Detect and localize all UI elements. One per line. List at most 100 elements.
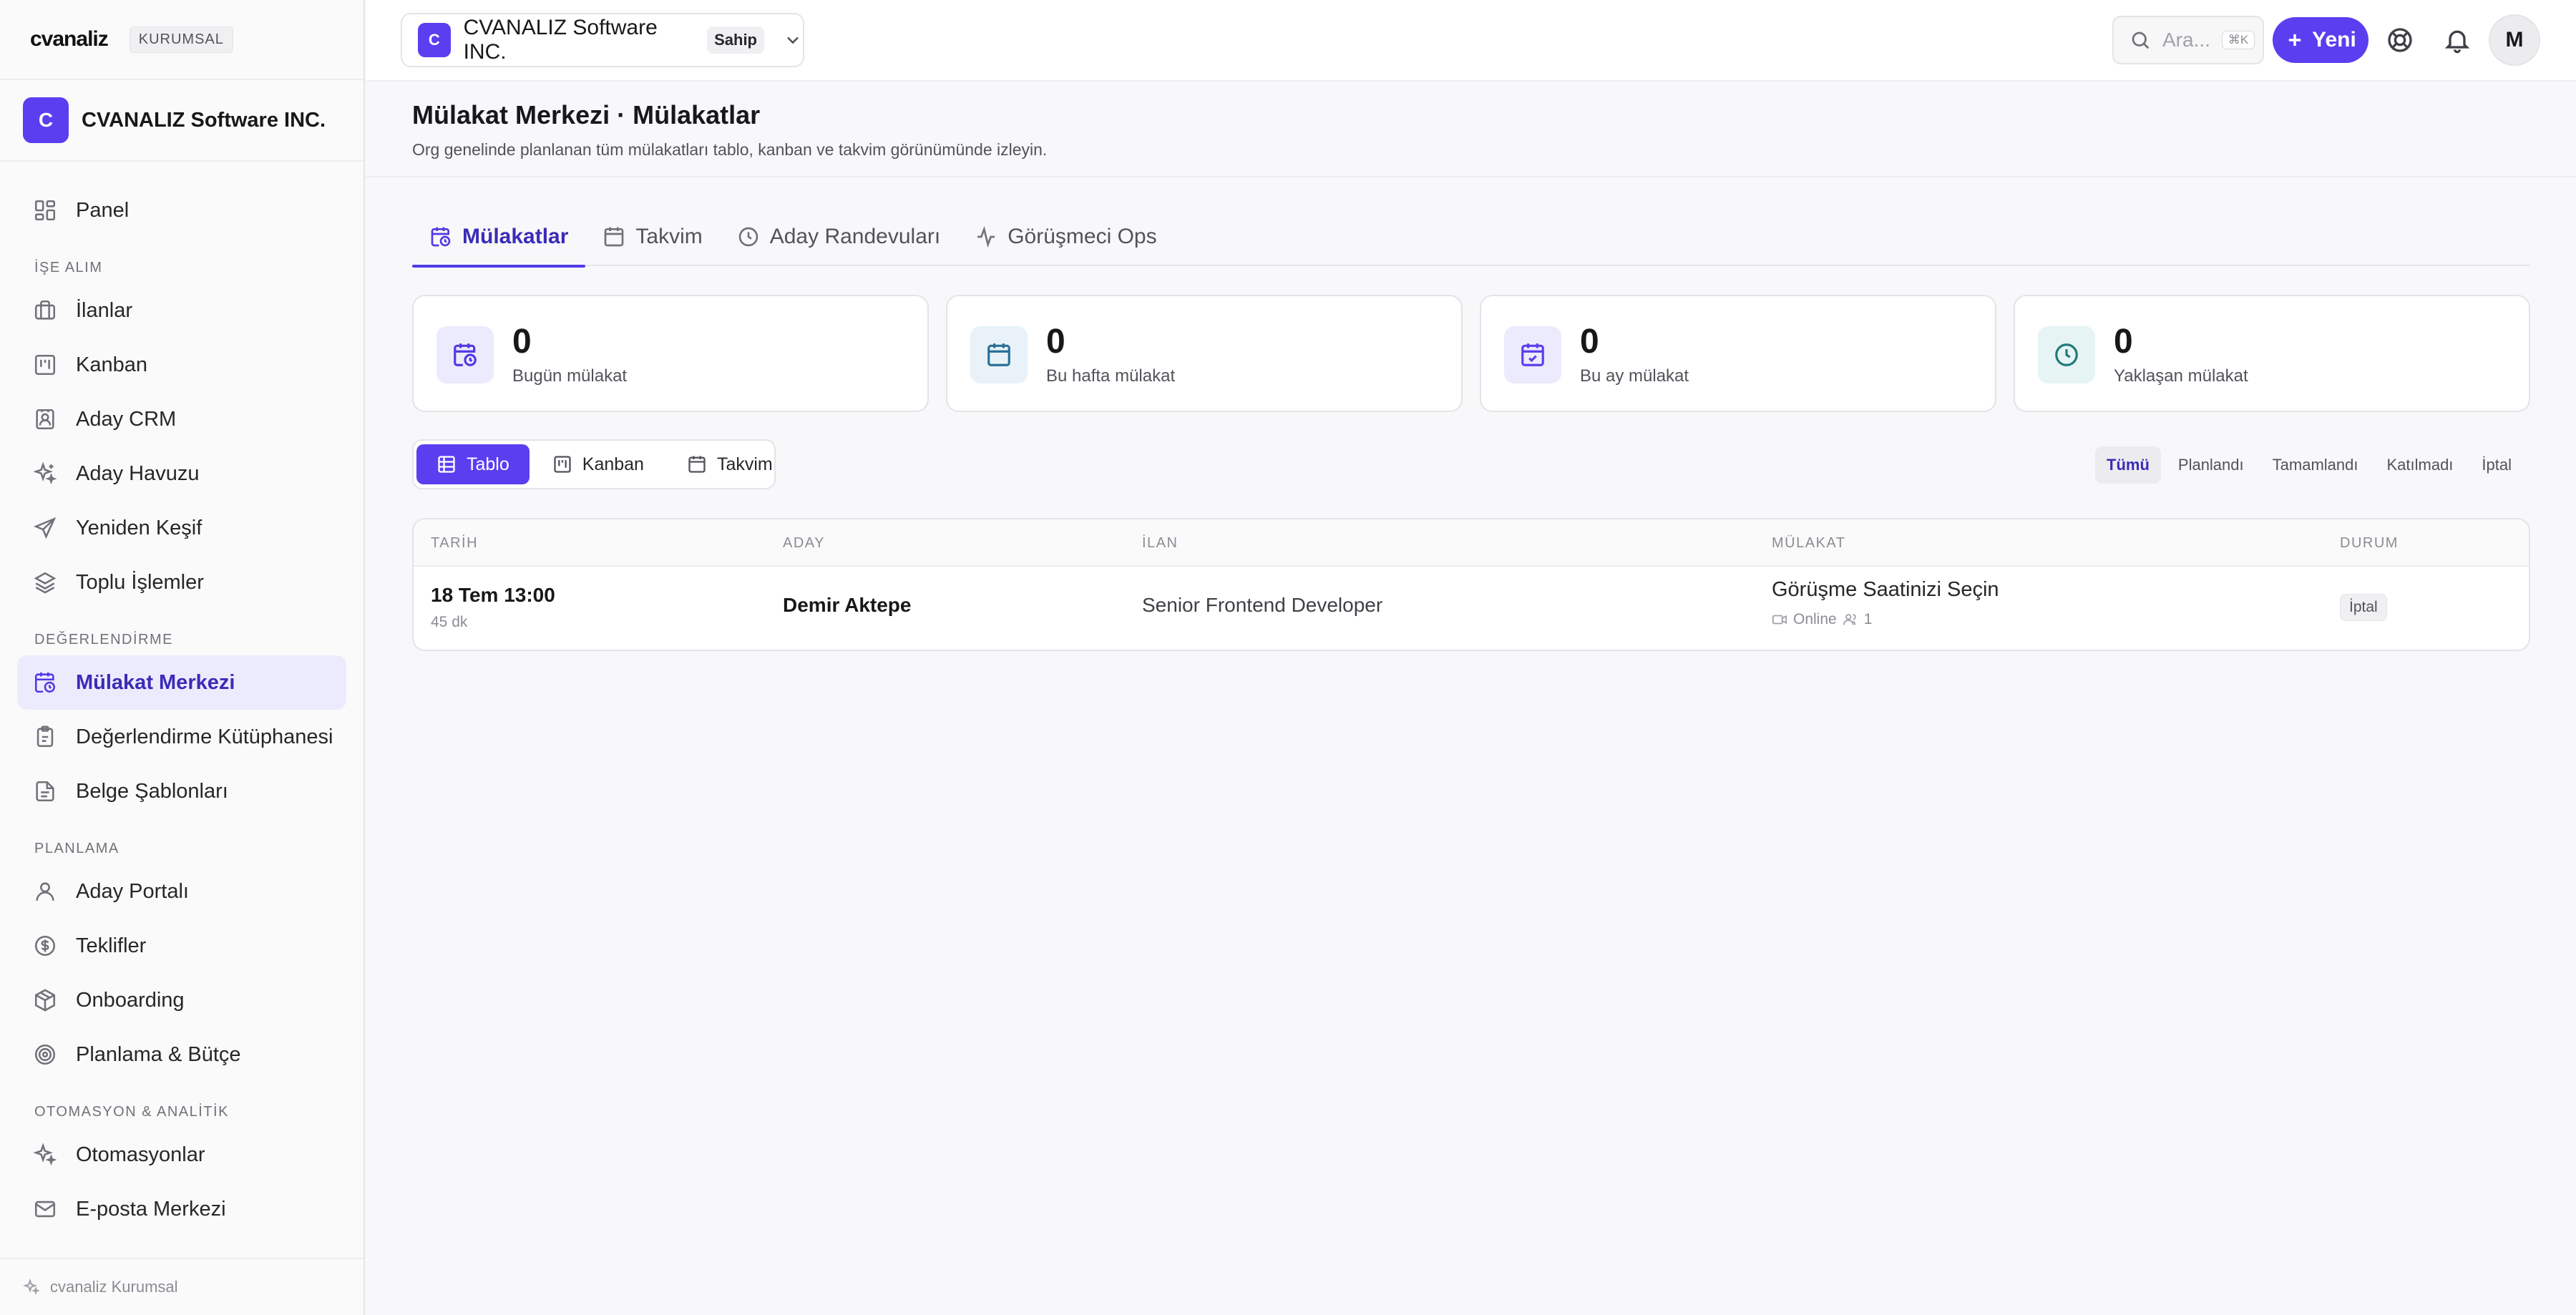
sidebar-item-label: Kanban (76, 353, 147, 376)
sidebar-item-label: Mülakat Merkezi (76, 670, 235, 694)
sidebar-item-label: Toplu İşlemler (76, 570, 204, 594)
view-label: Kanban (582, 454, 644, 474)
sidebar-item-aday-crm[interactable]: Aday CRM (17, 392, 346, 446)
table-row[interactable]: 18 Tem 13:00 45 dk Demir Aktepe Senior F… (414, 567, 2529, 650)
sidebar-item-onboarding[interactable]: Onboarding (17, 973, 346, 1027)
stat-value: 0 (1046, 323, 1065, 361)
tab-label: Görüşmeci Ops (1008, 225, 1157, 248)
sidebar-item-eposta-merkezi[interactable]: E-posta Merkezi (17, 1182, 346, 1236)
sparkles-icon (33, 461, 57, 486)
job-title[interactable]: Senior Frontend Developer (1142, 594, 1382, 617)
sidebar-item-panel[interactable]: Panel (17, 183, 346, 238)
filter-planlandi[interactable]: Planlandı (2167, 446, 2255, 484)
interview-duration: 45 dk (431, 614, 468, 630)
mail-icon (33, 1197, 57, 1221)
sidebar-item-toplu-islemler[interactable]: Toplu İşlemler (17, 555, 346, 610)
clock-icon (2038, 326, 2095, 383)
layers-icon (33, 570, 57, 595)
stat-value: 0 (512, 323, 532, 361)
participant-count: 1 (1863, 611, 1873, 627)
org-avatar: C (418, 23, 451, 57)
calendar-check-icon (1504, 326, 1561, 383)
view-switcher: Tablo Kanban Takvim (412, 439, 776, 489)
view-label: Tablo (467, 454, 509, 474)
org-switcher[interactable]: C CVANALIZ Software INC. Sahip (401, 13, 804, 67)
sidebar-item-belge-sablonlari[interactable]: Belge Şablonları (17, 764, 346, 818)
topbar: C CVANALIZ Software INC. Sahip Ara... ⌘K… (366, 0, 2576, 82)
sidebar-org[interactable]: C CVANALIZ Software INC. (0, 80, 364, 162)
plus-icon (2285, 30, 2305, 50)
stat-value: 0 (1580, 323, 1599, 361)
stat-card-week: 0 Bu hafta mülakat (946, 295, 1463, 412)
sidebar-item-degerlendirme-kutuphanesi[interactable]: Değerlendirme Kütüphanesi (17, 710, 346, 764)
column-header-date[interactable]: TARİH (431, 535, 478, 552)
column-header-job[interactable]: İLAN (1142, 535, 1178, 552)
table-header: TARİH ADAY İLAN MÜLAKAT DURUM (414, 519, 2529, 567)
sidebar-item-kanban[interactable]: Kanban (17, 338, 346, 392)
sidebar-nav: Panel İŞE ALIM İlanlar Kanban Aday CRM A… (0, 183, 364, 1236)
brand-logo[interactable]: cvanaliz (30, 27, 109, 52)
sidebar-item-label: Aday Havuzu (76, 461, 200, 485)
sidebar-item-aday-havuzu[interactable]: Aday Havuzu (17, 446, 346, 501)
tab-mulakatlar[interactable]: Mülakatlar (412, 207, 586, 268)
column-header-status[interactable]: DURUM (2340, 535, 2399, 552)
calendar-clock-icon (436, 326, 494, 383)
filter-tumu[interactable]: Tümü (2095, 446, 2161, 484)
filter-katilmadi[interactable]: Katılmadı (2375, 446, 2464, 484)
sidebar-group-title: DEĞERLENDİRME (34, 632, 173, 647)
briefcase-icon (33, 298, 57, 323)
table-icon (436, 454, 457, 474)
interviews-table: TARİH ADAY İLAN MÜLAKAT DURUM 18 Tem 13:… (412, 518, 2530, 651)
plan-badge: KURUMSAL (129, 26, 233, 53)
clock-icon (737, 225, 760, 248)
kanban-icon (552, 454, 572, 474)
sidebar-footer: cvanaliz Kurumsal (0, 1258, 364, 1315)
sidebar-item-otomasyonlar[interactable]: Otomasyonlar (17, 1128, 346, 1182)
sidebar-item-yeniden-kesif[interactable]: Yeniden Keşif (17, 501, 346, 555)
search-shortcut: ⌘K (2221, 31, 2255, 49)
video-icon (1772, 612, 1787, 627)
view-kanban-button[interactable]: Kanban (532, 444, 664, 484)
column-header-candidate[interactable]: ADAY (783, 535, 825, 552)
sparkles-icon (23, 1279, 40, 1296)
sidebar-item-label: Planlama & Bütçe (76, 1042, 241, 1066)
sidebar-item-label: Değerlendirme Kütüphanesi (76, 725, 333, 748)
kanban-icon (33, 353, 57, 377)
view-table-button[interactable]: Tablo (416, 444, 530, 484)
candidate-name[interactable]: Demir Aktepe (783, 594, 911, 617)
sidebar-brand: cvanaliz KURUMSAL (0, 0, 364, 80)
user-avatar[interactable]: M (2489, 14, 2540, 66)
sidebar-item-label: Panel (76, 198, 130, 222)
view-calendar-button[interactable]: Takvim (667, 444, 793, 484)
calendar-icon (687, 454, 707, 474)
sidebar: cvanaliz KURUMSAL C CVANALIZ Software IN… (0, 0, 365, 1315)
interview-date: 18 Tem 13:00 (431, 584, 555, 606)
sidebar-item-planlama-butce[interactable]: Planlama & Bütçe (17, 1027, 346, 1082)
column-header-interview[interactable]: MÜLAKAT (1772, 535, 1845, 552)
org-switcher-name: CVANALIZ Software INC. (463, 16, 658, 64)
role-badge: Sahip (707, 26, 764, 54)
stat-label: Bu ay mülakat (1580, 366, 1689, 386)
page-subtitle: Org genelinde planlanan tüm mülakatları … (412, 140, 1048, 159)
interview-meta: Online 1 (1772, 611, 1872, 628)
sidebar-item-teklifler[interactable]: Teklifler (17, 919, 346, 973)
stat-value: 0 (2114, 323, 2133, 361)
sidebar-item-label: Belge Şablonları (76, 779, 228, 803)
tab-gorusmeci-ops[interactable]: Görüşmeci Ops (957, 207, 1174, 266)
sidebar-item-aday-portali[interactable]: Aday Portalı (17, 864, 346, 919)
filter-tamamlandi[interactable]: Tamamlandı (2261, 446, 2370, 484)
dollar-circle-icon (33, 934, 57, 958)
sidebar-item-label: Yeniden Keşif (76, 516, 203, 539)
filter-iptal[interactable]: İptal (2470, 446, 2523, 484)
search-icon (2129, 29, 2151, 51)
sidebar-item-label: İlanlar (76, 298, 132, 322)
sidebar-item-label: Onboarding (76, 988, 185, 1012)
stat-card-upcoming: 0 Yaklaşan mülakat (2014, 295, 2530, 412)
tab-takvim[interactable]: Takvim (585, 207, 719, 266)
search-input[interactable]: Ara... ⌘K (2112, 16, 2264, 64)
new-button[interactable]: Yeni (2273, 17, 2368, 63)
tab-aday-randevulari[interactable]: Aday Randevuları (720, 207, 957, 266)
sidebar-item-mulakat-merkezi[interactable]: Mülakat Merkezi (17, 655, 346, 710)
stat-card-month: 0 Bu ay mülakat (1480, 295, 1996, 412)
sidebar-item-ilanlar[interactable]: İlanlar (17, 283, 346, 338)
